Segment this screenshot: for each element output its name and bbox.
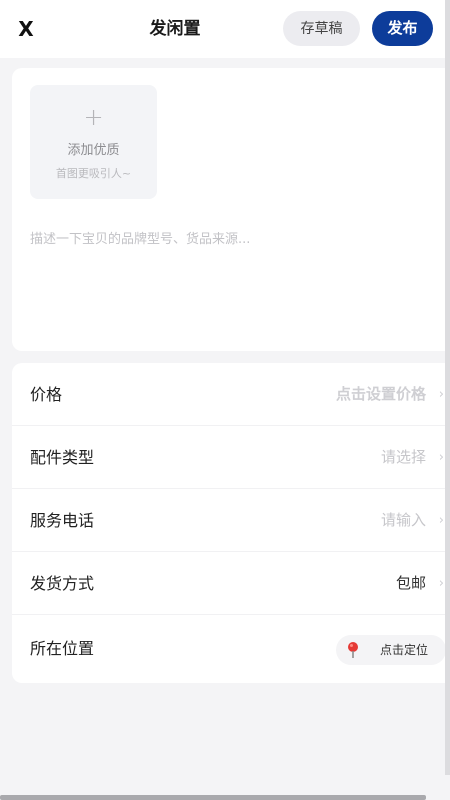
publish-button[interactable]: 发布: [372, 11, 433, 46]
price-row[interactable]: 价格 点击设置价格 ›: [12, 363, 450, 426]
page-title: 发闲置: [149, 19, 201, 39]
accessory-type-value: 请选择: [380, 448, 426, 466]
locate-label: 点击定位: [380, 643, 429, 657]
location-row: 所在位置 点击定位: [12, 615, 450, 683]
service-phone-label: 服务电话: [30, 511, 95, 530]
chevron-right-icon: ›: [438, 387, 444, 402]
vertical-scrollbar[interactable]: [445, 0, 450, 775]
locate-button[interactable]: 点击定位: [336, 635, 446, 665]
add-photo-hint: 首图更吸引人~: [55, 167, 132, 180]
chevron-right-icon: ›: [438, 576, 444, 591]
add-photo-button[interactable]: + 添加优质 首图更吸引人~: [30, 85, 157, 199]
accessory-type-row[interactable]: 配件类型 请选择 ›: [12, 426, 450, 489]
location-label: 所在位置: [30, 639, 95, 658]
plus-icon: +: [83, 103, 104, 131]
shipping-method-label: 发货方式: [30, 574, 95, 593]
listing-content-card: + 添加优质 首图更吸引人~: [12, 68, 450, 351]
shipping-method-value: 包邮: [395, 574, 426, 592]
save-draft-button[interactable]: 存草稿: [283, 11, 360, 46]
chevron-right-icon: ›: [438, 513, 444, 528]
shipping-method-row[interactable]: 发货方式 包邮 ›: [12, 552, 450, 615]
horizontal-scrollbar[interactable]: [0, 795, 426, 800]
location-pin-icon: [348, 642, 358, 658]
price-value: 点击设置价格: [335, 385, 426, 403]
close-button[interactable]: X: [14, 16, 38, 42]
chevron-right-icon: ›: [438, 450, 444, 465]
service-phone-value: 请输入: [380, 511, 426, 529]
publish-page: X 发闲置 存草稿 发布 + 添加优质 首图更吸引人~ 价格 点击设置价格 › …: [0, 0, 450, 800]
top-bar: X 发闲置 存草稿 发布: [0, 0, 450, 58]
service-phone-row[interactable]: 服务电话 请输入 ›: [12, 489, 450, 552]
price-label: 价格: [30, 385, 63, 404]
accessory-type-label: 配件类型: [30, 448, 95, 467]
listing-form-card: 价格 点击设置价格 › 配件类型 请选择 › 服务电话 请输入 › 发货方式 包…: [12, 363, 450, 683]
add-photo-label: 添加优质: [67, 143, 120, 158]
description-input[interactable]: [30, 228, 430, 250]
